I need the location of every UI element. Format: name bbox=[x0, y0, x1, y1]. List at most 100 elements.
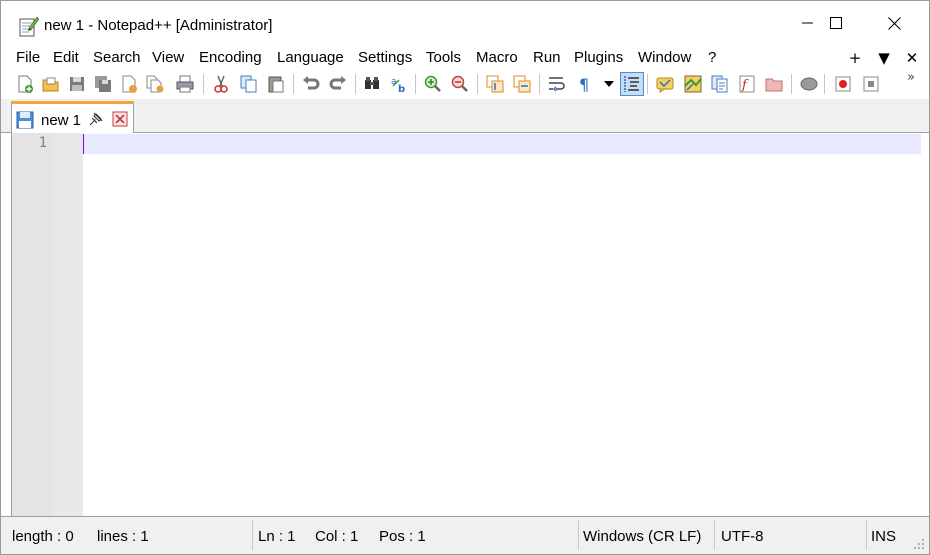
toolbar-separator bbox=[355, 74, 356, 94]
toolbar-separator bbox=[415, 74, 416, 94]
replace-button[interactable]: ab bbox=[387, 72, 411, 96]
svg-text:¶: ¶ bbox=[579, 75, 589, 94]
status-insert-mode[interactable]: INS bbox=[871, 517, 896, 555]
folder-as-workspace-icon bbox=[765, 78, 783, 92]
menu-window[interactable]: Window bbox=[638, 49, 691, 66]
sync-horizontal-button[interactable] bbox=[510, 72, 534, 96]
replace-icon: ab bbox=[391, 77, 405, 94]
save-icon bbox=[70, 77, 84, 91]
menu-file[interactable]: File bbox=[16, 49, 40, 66]
menu-settings[interactable]: Settings bbox=[358, 49, 412, 66]
status-eol[interactable]: Windows (CR LF) bbox=[583, 517, 701, 555]
menu-search[interactable]: Search bbox=[93, 49, 141, 66]
record-macro-button[interactable] bbox=[831, 72, 855, 96]
zoom-in-button[interactable] bbox=[421, 72, 445, 96]
status-length: length : 0 bbox=[12, 527, 74, 545]
line-number-margin: 1 bbox=[11, 133, 53, 516]
print-icon bbox=[176, 75, 194, 93]
line-number: 1 bbox=[38, 135, 47, 151]
svg-text:b: b bbox=[398, 84, 405, 94]
find-button[interactable] bbox=[360, 72, 384, 96]
stop-record-button[interactable] bbox=[859, 72, 883, 96]
toolbar: ab ¶ f » bbox=[1, 69, 929, 99]
text-caret bbox=[83, 134, 84, 154]
zoom-out-button[interactable] bbox=[448, 72, 472, 96]
show-all-characters-icon: ¶ bbox=[579, 75, 589, 94]
open-file-icon bbox=[42, 77, 59, 92]
cut-button[interactable] bbox=[209, 72, 233, 96]
menu-language[interactable]: Language bbox=[277, 49, 344, 66]
tab-bar: new 1 bbox=[1, 99, 929, 133]
print-button[interactable] bbox=[173, 72, 197, 96]
text-area[interactable] bbox=[83, 133, 921, 516]
resize-grip-icon[interactable] bbox=[913, 538, 925, 550]
function-list-button[interactable]: f bbox=[735, 72, 759, 96]
toolbar-separator bbox=[539, 74, 540, 94]
toolbar-overflow-button[interactable]: » bbox=[907, 70, 915, 85]
close-all-button[interactable] bbox=[143, 72, 167, 96]
current-line-highlight bbox=[83, 134, 921, 154]
show-all-dropdown-button[interactable] bbox=[597, 72, 621, 96]
document-list-button[interactable] bbox=[708, 72, 732, 96]
menu-encoding[interactable]: Encoding bbox=[199, 49, 262, 66]
close-file-button[interactable] bbox=[117, 72, 141, 96]
sync-vertical-button[interactable] bbox=[483, 72, 507, 96]
user-defined-language-button[interactable] bbox=[653, 72, 677, 96]
save-icon bbox=[16, 111, 34, 129]
show-all-characters-button[interactable]: ¶ bbox=[573, 72, 597, 96]
monitoring-icon bbox=[800, 77, 818, 91]
save-button[interactable] bbox=[65, 72, 89, 96]
new-tab-button[interactable]: + bbox=[844, 47, 866, 69]
toolbar-separator bbox=[824, 74, 825, 94]
redo-icon bbox=[329, 76, 346, 90]
indent-guide-button[interactable] bbox=[620, 72, 644, 96]
close-tab-icon[interactable] bbox=[112, 111, 128, 127]
close-window-icon bbox=[887, 16, 901, 30]
save-all-button[interactable] bbox=[91, 72, 115, 96]
menu-view[interactable]: View bbox=[152, 49, 184, 66]
status-ln: Ln : 1 bbox=[258, 527, 296, 545]
notepad-window: new 1 - Notepad++ [Administrator] File E… bbox=[0, 0, 930, 555]
menu-run[interactable]: Run bbox=[533, 49, 561, 66]
close-document-button[interactable]: ✕ bbox=[901, 47, 923, 69]
copy-icon bbox=[240, 75, 257, 93]
menu-edit[interactable]: Edit bbox=[53, 49, 79, 66]
document-map-icon bbox=[684, 75, 702, 93]
status-encoding[interactable]: UTF-8 bbox=[721, 517, 764, 555]
monitoring-button[interactable] bbox=[797, 72, 821, 96]
toolbar-separator bbox=[647, 74, 648, 94]
folder-as-workspace-button[interactable] bbox=[762, 72, 786, 96]
new-file-icon bbox=[18, 75, 33, 93]
word-wrap-button[interactable] bbox=[545, 72, 569, 96]
tab-new-1[interactable]: new 1 bbox=[11, 101, 134, 133]
status-divider bbox=[252, 520, 253, 550]
fold-margin[interactable] bbox=[53, 133, 83, 516]
maximize-button[interactable] bbox=[807, 1, 865, 45]
title-bar: new 1 - Notepad++ [Administrator] bbox=[1, 1, 929, 45]
undo-button[interactable] bbox=[299, 72, 323, 96]
document-map-button[interactable] bbox=[681, 72, 705, 96]
record-macro-icon bbox=[835, 76, 851, 92]
redo-button[interactable] bbox=[326, 72, 350, 96]
copy-button[interactable] bbox=[237, 72, 261, 96]
cut-icon bbox=[214, 75, 228, 93]
tab-list-button[interactable]: ▼ bbox=[873, 47, 895, 69]
new-file-button[interactable] bbox=[13, 72, 37, 96]
menu-tools[interactable]: Tools bbox=[426, 49, 461, 66]
pin-icon[interactable] bbox=[88, 111, 104, 127]
stop-record-icon bbox=[863, 76, 879, 92]
status-divider bbox=[714, 520, 715, 550]
menu-macro[interactable]: Macro bbox=[476, 49, 518, 66]
open-file-button[interactable] bbox=[39, 72, 63, 96]
status-lines: lines : 1 bbox=[97, 527, 149, 545]
find-icon bbox=[365, 77, 379, 89]
close-window-button[interactable] bbox=[865, 1, 923, 45]
undo-icon bbox=[303, 76, 320, 90]
sync-horizontal-icon bbox=[513, 75, 531, 93]
menu-help[interactable]: ? bbox=[708, 49, 716, 66]
status-bar: length : 0 lines : 1 Ln : 1 Col : 1 Pos … bbox=[1, 516, 929, 554]
menu-plugins[interactable]: Plugins bbox=[574, 49, 623, 66]
paste-button[interactable] bbox=[264, 72, 288, 96]
status-pos: Pos : 1 bbox=[379, 527, 426, 545]
function-list-icon: f bbox=[739, 75, 755, 93]
